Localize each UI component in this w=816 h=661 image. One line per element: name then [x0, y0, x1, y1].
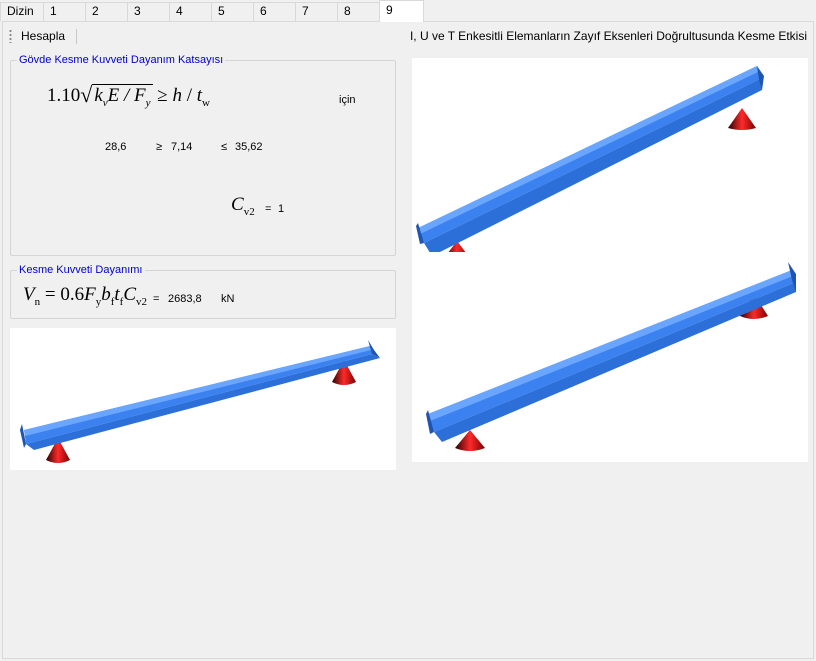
tab-label: 6: [260, 4, 267, 18]
toolbar: Hesapla I, U ve T Enkesitli Elemanların …: [4, 25, 810, 47]
lhs-value: 28,6: [105, 141, 127, 153]
tab-label: 4: [176, 4, 183, 18]
coefficient-formula: 1.10 √ kvE / Fy ≥ h / tw: [47, 82, 210, 109]
shear-value: 2683,8: [168, 293, 202, 305]
shear-equals: =: [153, 293, 160, 305]
ratio-value: 7,14: [171, 141, 193, 153]
beam-view-bottom-left[interactable]: [10, 328, 396, 470]
tab-7[interactable]: 7: [295, 2, 338, 21]
cv2-symbol: Cv2: [231, 194, 255, 218]
tab-8[interactable]: 8: [337, 2, 380, 21]
tab-label: 7: [302, 4, 309, 18]
geq-symbol: ≥: [156, 141, 163, 153]
tab-2[interactable]: 2: [85, 2, 128, 21]
leq-symbol: ≤: [221, 141, 228, 153]
web-coefficient-group: Gövde Kesme Kuvveti Dayanım Katsayısı 1.…: [10, 53, 396, 256]
tab-label: 3: [134, 4, 141, 18]
shear-unit: kN: [221, 293, 235, 305]
group-title: Gövde Kesme Kuvveti Dayanım Katsayısı: [17, 53, 226, 67]
beam-view-bottom-right[interactable]: [412, 252, 808, 462]
tab-strip: Dizin 1 2 3 4 5 6 7 8 9: [0, 0, 816, 22]
tab-label: 8: [344, 4, 351, 18]
tab-5[interactable]: 5: [211, 2, 254, 21]
page-title: I, U ve T Enkesitli Elemanların Zayıf Ek…: [409, 29, 807, 43]
beam-model-icon: [20, 340, 380, 463]
beam-model-icon: [416, 66, 764, 261]
shear-strength-group: Kesme Kuvveti Dayanımı Vn = 0.6FybftfCv2…: [10, 263, 396, 319]
tab-4[interactable]: 4: [169, 2, 212, 21]
toolbar-separator: [76, 29, 77, 44]
cv2-value: 1: [278, 203, 285, 215]
condition-label: için: [339, 94, 356, 106]
tab-6[interactable]: 6: [253, 2, 296, 21]
calculate-button[interactable]: Hesapla: [21, 28, 65, 45]
tab-label: 9: [386, 3, 393, 17]
tab-label: 1: [50, 4, 57, 18]
tab-label: 2: [92, 4, 99, 18]
beam-model-icon: [426, 262, 796, 451]
tab-label: 5: [218, 4, 225, 18]
tab-dizin[interactable]: Dizin: [0, 2, 44, 21]
cv2-equals: =: [265, 203, 272, 215]
limit-value: 35,62: [235, 141, 263, 153]
tab-3[interactable]: 3: [127, 2, 170, 21]
tab-label: Dizin: [7, 4, 34, 18]
toolbar-grip-icon[interactable]: [9, 29, 12, 43]
tab-9[interactable]: 9: [379, 0, 424, 22]
group-title: Kesme Kuvveti Dayanımı: [17, 263, 145, 277]
tab-1[interactable]: 1: [43, 2, 86, 21]
shear-formula: Vn = 0.6FybftfCv2: [23, 284, 147, 308]
beam-view-top-right[interactable]: [412, 58, 808, 268]
